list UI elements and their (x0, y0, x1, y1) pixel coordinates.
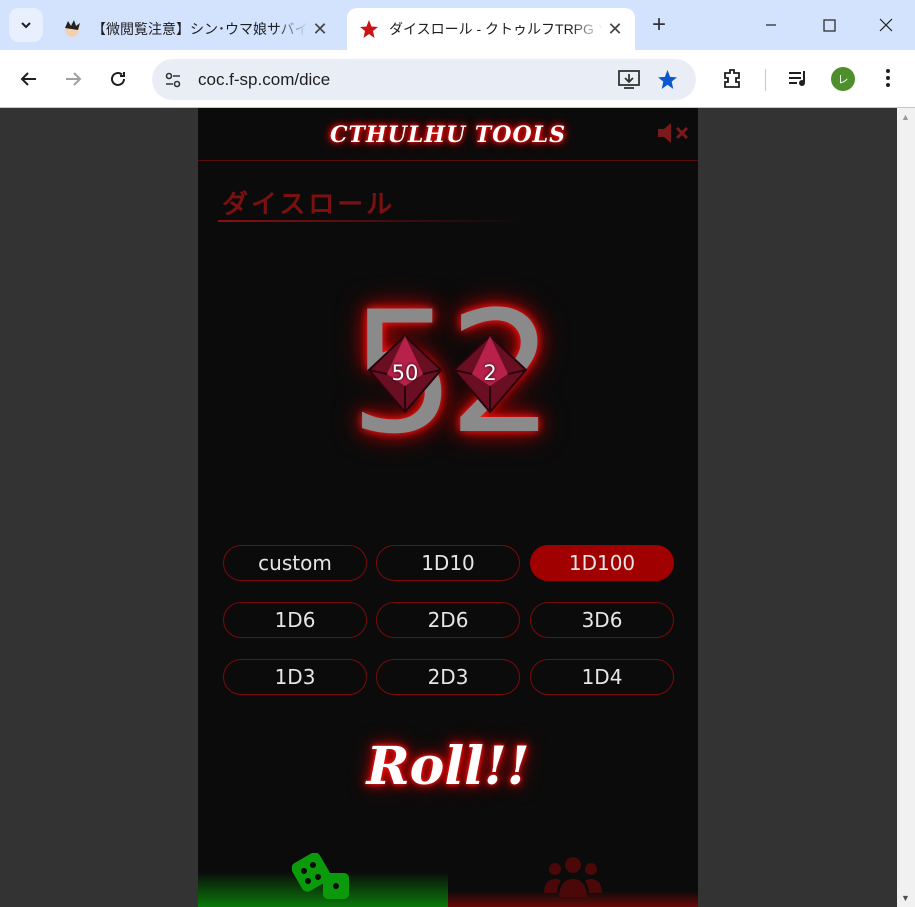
toolbar-divider (765, 69, 766, 91)
die-value: 2 (483, 361, 497, 385)
mute-icon[interactable] (656, 122, 690, 144)
window-close-icon[interactable] (857, 0, 915, 50)
scroll-down-icon[interactable]: ▼ (901, 893, 910, 903)
d10-die-tens: 50 (365, 334, 445, 414)
dice-button-1d4[interactable]: 1D4 (530, 659, 674, 695)
bookmark-star-icon[interactable] (657, 69, 678, 90)
profile-avatar[interactable]: レ (831, 67, 855, 91)
dice-button-1d3[interactable]: 1D3 (223, 659, 367, 695)
dice-button-2d6[interactable]: 2D6 (376, 602, 520, 638)
tab-title: 【微閲覧注意】シン･ウマ娘サバイバ (92, 21, 308, 37)
minimize-icon[interactable] (742, 0, 800, 50)
scrollbar[interactable]: ▲ ▼ (897, 108, 915, 907)
site-settings-icon[interactable] (164, 71, 182, 89)
chevron-down-icon (21, 22, 31, 29)
nav-tab-users[interactable] (448, 843, 698, 907)
maximize-icon[interactable] (800, 0, 858, 50)
dice-button-custom[interactable]: custom (223, 545, 367, 581)
star-favicon-icon (359, 19, 379, 39)
dice-button-3d6[interactable]: 3D6 (530, 602, 674, 638)
dice-button-2d3[interactable]: 2D3 (376, 659, 520, 695)
extensions-icon[interactable] (717, 63, 747, 93)
dice-app: CTHULHU TOOLS ダイスロール 52 50 2 custom 1D10… (198, 108, 698, 907)
roll-button[interactable]: Roll!! (198, 736, 698, 797)
die-value: 50 (391, 361, 419, 385)
reload-icon[interactable] (101, 62, 135, 96)
app-header: CTHULHU TOOLS (198, 108, 698, 161)
dice-button-1d10[interactable]: 1D10 (376, 545, 520, 581)
tab-title: ダイスロール - クトゥルフTRPG ツー (389, 21, 603, 37)
tab-strip: 【微閲覧注意】シン･ウマ娘サバイバ ✕ ダイスロール - クトゥルフTRPG ツ… (0, 0, 915, 50)
tab-search-button[interactable] (9, 8, 43, 42)
site-logo[interactable]: CTHULHU TOOLS (198, 122, 698, 148)
dice-button-1d6[interactable]: 1D6 (223, 602, 367, 638)
url-text: coc.f-sp.com/dice (198, 69, 331, 89)
close-icon[interactable]: ✕ (308, 17, 332, 41)
close-icon[interactable]: ✕ (603, 17, 627, 41)
new-tab-icon[interactable]: + (646, 11, 672, 38)
back-icon[interactable] (12, 62, 46, 96)
address-bar[interactable]: coc.f-sp.com/dice (152, 59, 696, 100)
d10-die-ones: 2 (450, 334, 530, 414)
menu-kebab-icon[interactable] (873, 63, 903, 93)
scroll-up-icon[interactable]: ▲ (901, 112, 910, 122)
install-app-icon[interactable] (618, 69, 640, 89)
nav-tab-dice[interactable] (198, 843, 448, 907)
media-control-icon[interactable] (783, 63, 813, 93)
title-underline (218, 220, 528, 222)
forward-icon[interactable] (56, 62, 90, 96)
avatar-favicon-icon (62, 19, 82, 39)
dice-button-1d100[interactable]: 1D100 (530, 545, 674, 581)
tab-1[interactable]: 【微閲覧注意】シン･ウマ娘サバイバ ✕ (50, 8, 340, 50)
page-title: ダイスロール (222, 189, 396, 219)
tab-2[interactable]: ダイスロール - クトゥルフTRPG ツー ✕ (347, 8, 635, 50)
browser-toolbar: coc.f-sp.com/dice (0, 50, 915, 108)
users-icon (544, 857, 602, 897)
dice-icon (292, 853, 349, 899)
